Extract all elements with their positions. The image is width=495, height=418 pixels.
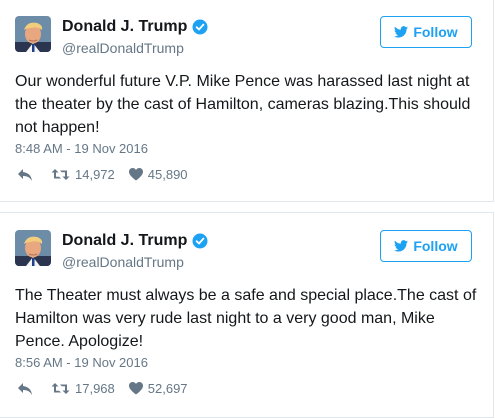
twitter-bird-icon [394,240,409,252]
follow-button[interactable]: Follow [380,16,472,48]
retweet-icon [51,383,70,394]
author-info: Donald J. Trump @realDonaldTrump [62,17,208,56]
timestamp[interactable]: 8:56 AM - 19 Nov 2016 [15,355,148,370]
timestamp[interactable]: 8:48 AM - 19 Nov 2016 [15,141,148,156]
tweet-card: Donald J. Trump @realDonaldTrump Follow … [0,0,494,202]
author-info: Donald J. Trump @realDonaldTrump [62,231,208,270]
like-button[interactable]: 52,697 [128,381,188,396]
like-button[interactable]: 45,890 [128,167,188,182]
display-name[interactable]: Donald J. Trump [62,232,187,250]
reply-icon [18,382,32,395]
verified-badge-icon [192,233,208,249]
handle[interactable]: @realDonaldTrump [62,40,208,56]
follow-button[interactable]: Follow [380,230,472,262]
reply-icon [18,168,32,181]
follow-label: Follow [413,238,458,254]
retweet-button[interactable]: 14,972 [51,167,115,182]
display-name[interactable]: Donald J. Trump [62,18,187,36]
avatar[interactable] [15,230,51,266]
avatar[interactable] [15,16,51,52]
tweet-card: Donald J. Trump @realDonaldTrump Follow … [0,212,494,418]
tweet-actions: 17,968 52,697 [17,381,188,396]
tweet-actions: 14,972 45,890 [17,167,188,182]
follow-label: Follow [413,24,458,40]
like-count: 52,697 [147,381,188,396]
retweet-icon [51,169,70,180]
reply-button[interactable] [17,382,33,396]
tweet-text: Our wonderful future V.P. Mike Pence was… [15,73,471,136]
twitter-bird-icon [394,26,409,38]
handle[interactable]: @realDonaldTrump [62,254,208,270]
retweet-count: 17,968 [75,381,115,396]
tweet-text: The Theater must always be a safe and sp… [15,287,477,350]
reply-button[interactable] [17,168,33,182]
retweet-button[interactable]: 17,968 [51,381,115,396]
verified-badge-icon [192,19,208,35]
like-count: 45,890 [147,167,188,182]
heart-icon [128,382,143,395]
heart-icon [128,168,143,181]
retweet-count: 14,972 [75,167,115,182]
